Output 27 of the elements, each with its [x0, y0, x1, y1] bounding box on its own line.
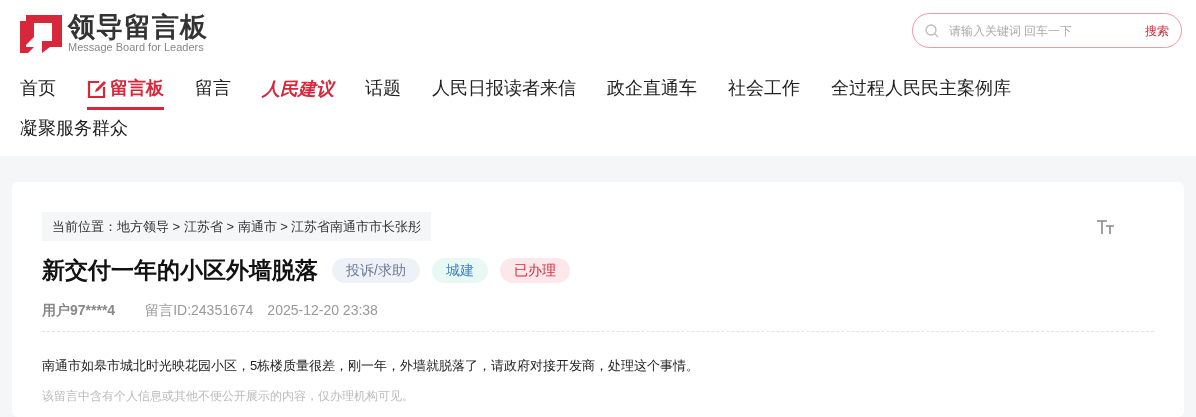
logo-title: 领导留言板	[68, 13, 208, 41]
tag: 已办理	[499, 257, 570, 283]
nav-tab[interactable]: 留言板	[87, 70, 164, 110]
nav-tab[interactable]: 留言	[195, 70, 231, 110]
message-title: 新交付一年的小区外墙脱落	[42, 256, 318, 285]
message-id: 留言ID:24351674	[145, 300, 254, 320]
edit-icon	[87, 78, 107, 99]
breadcrumb: 当前位置：地方领导 > 江苏省 > 南通市 > 江苏省南通市市长张彤	[42, 212, 432, 241]
search-icon	[925, 23, 939, 38]
privacy-notice: 该留言中含有个人信息或其他不便公开展示的内容，仅办理机构可见。	[42, 388, 415, 405]
logo-icon	[20, 14, 62, 53]
message-body: 南通市如皋市城北时光映花园小区，5栋楼质量很差，刚一年，外墙就脱落了，请政府对接开发商，处理这个事情。	[42, 356, 701, 375]
search-button[interactable]: 搜索	[1145, 21, 1169, 40]
nav-tab[interactable]: 社会工作	[728, 70, 800, 110]
message-time: 2025-12-20 23:38	[267, 300, 378, 320]
nav-tab[interactable]: 首页	[20, 70, 56, 110]
logo-subtitle: Message Board for Leaders	[68, 41, 205, 54]
nav-tab[interactable]: 政企直通车	[607, 70, 697, 110]
nav-tab[interactable]: 人民日报读者来信	[432, 70, 576, 110]
nav-tab[interactable]: 凝聚服务群众	[20, 110, 128, 150]
nav-tab[interactable]: 话题	[365, 70, 401, 110]
tag: 城建	[431, 257, 488, 283]
font-size-icon[interactable]	[1097, 220, 1114, 234]
tag: 投诉/求助	[332, 257, 420, 283]
user-name: 用户97****4	[42, 300, 116, 320]
nav-tab[interactable]: 全过程人民民主案例库	[831, 70, 1011, 110]
nav-tab[interactable]: 人民建议	[262, 70, 334, 110]
